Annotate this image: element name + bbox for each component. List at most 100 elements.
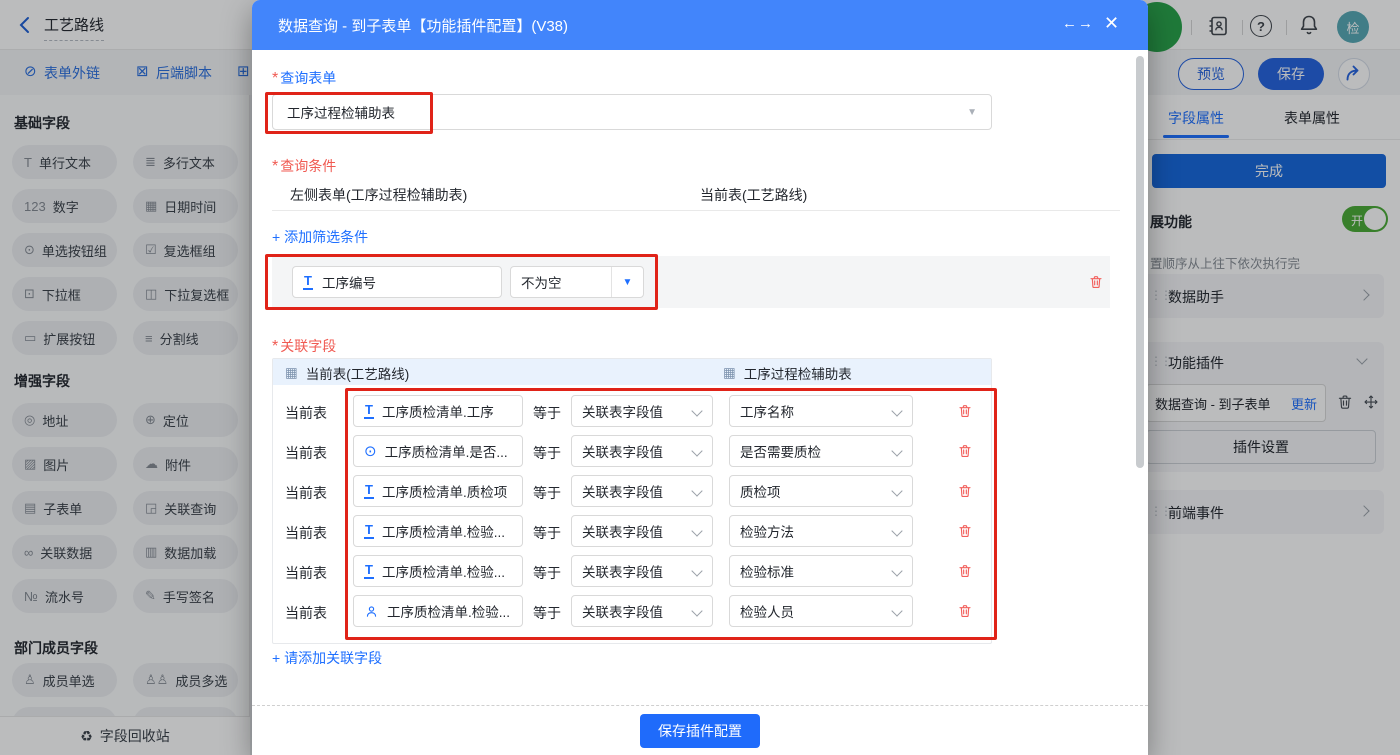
value-type-select[interactable]: 关联表字段值 bbox=[571, 515, 713, 547]
add-relation-field-link[interactable]: + 请添加关联字段 bbox=[272, 648, 382, 668]
row-source-label: 当前表 bbox=[285, 603, 327, 623]
delete-row-icon[interactable] bbox=[957, 563, 973, 579]
relation-left-header-text: 当前表(工艺路线) bbox=[306, 363, 410, 383]
target-field-value: 工序名称 bbox=[740, 401, 794, 421]
delete-row-icon[interactable] bbox=[957, 443, 973, 459]
operator-label: 等于 bbox=[533, 483, 561, 503]
chevron-down-icon bbox=[691, 565, 702, 576]
delete-filter-icon[interactable] bbox=[1088, 274, 1104, 290]
operator-label: 等于 bbox=[533, 523, 561, 543]
operator-label: 等于 bbox=[533, 563, 561, 583]
target-field-select[interactable]: 是否需要质检 bbox=[729, 435, 913, 467]
relation-field-value: 工序质检清单.检验... bbox=[387, 601, 510, 621]
footer-divider bbox=[252, 705, 1148, 706]
close-icon[interactable]: ✕ bbox=[1104, 13, 1119, 34]
target-field-select[interactable]: 检验标准 bbox=[729, 555, 913, 587]
target-field-select[interactable]: 工序名称 bbox=[729, 395, 913, 427]
delete-row-icon[interactable] bbox=[957, 603, 973, 619]
value-type-value: 关联表字段值 bbox=[582, 481, 663, 501]
query-form-select[interactable]: 工序过程检辅助表 ▼ bbox=[272, 94, 992, 130]
target-field-value: 检验方法 bbox=[740, 521, 794, 541]
query-condition-label: 查询条件 bbox=[280, 158, 336, 174]
target-field-value: 检验标准 bbox=[740, 561, 794, 581]
required-asterisk: * bbox=[272, 70, 278, 87]
relation-field-value: 工序质检清单.检验... bbox=[382, 561, 505, 581]
relation-field-input[interactable]: ⊙ 工序质检清单.是否... bbox=[353, 435, 523, 467]
row-source-label: 当前表 bbox=[285, 563, 327, 583]
value-type-select[interactable]: 关联表字段值 bbox=[571, 395, 713, 427]
chevron-down-icon bbox=[891, 405, 902, 416]
chevron-down-icon bbox=[691, 445, 702, 456]
single-line-text-icon: T bbox=[364, 523, 374, 539]
modal-header: 数据查询 - 到子表单【功能插件配置】(V38) ←→ ✕ bbox=[252, 0, 1148, 50]
relation-field-input[interactable]: 工序质检清单.检验... bbox=[353, 595, 523, 627]
value-type-value: 关联表字段值 bbox=[582, 441, 663, 461]
relation-right-header-text: 工序过程检辅助表 bbox=[744, 363, 852, 383]
chevron-down-icon bbox=[891, 445, 902, 456]
row-source-label: 当前表 bbox=[285, 483, 327, 503]
relation-fields-table: ▦ 当前表(工艺路线) ▦ 工序过程检辅助表 当前表 T 工序质检清单.工序 等… bbox=[272, 358, 992, 644]
filter-field-input[interactable]: T 工序编号 bbox=[292, 266, 502, 298]
value-type-value: 关联表字段值 bbox=[582, 601, 663, 621]
delete-row-icon[interactable] bbox=[957, 483, 973, 499]
add-filter-condition-link[interactable]: + 添加筛选条件 bbox=[272, 227, 368, 247]
chevron-down-icon bbox=[891, 485, 902, 496]
row-source-label: 当前表 bbox=[285, 403, 327, 423]
relation-row: 当前表 T 工序质检清单.工序 等于 关联表字段值 工序名称 bbox=[273, 395, 991, 427]
value-type-select[interactable]: 关联表字段值 bbox=[571, 435, 713, 467]
chevron-down-icon bbox=[891, 565, 902, 576]
value-type-value: 关联表字段值 bbox=[582, 521, 663, 541]
relation-field-input[interactable]: T 工序质检清单.质检项 bbox=[353, 475, 523, 507]
value-type-value: 关联表字段值 bbox=[582, 561, 663, 581]
value-type-value: 关联表字段值 bbox=[582, 401, 663, 421]
delete-row-icon[interactable] bbox=[957, 403, 973, 419]
relation-field-input[interactable]: T 工序质检清单.检验... bbox=[353, 515, 523, 547]
relation-field-input[interactable]: T 工序质检清单.检验... bbox=[353, 555, 523, 587]
relation-field-input[interactable]: T 工序质检清单.工序 bbox=[353, 395, 523, 427]
value-type-select[interactable]: 关联表字段值 bbox=[571, 595, 713, 627]
caret-down-icon[interactable]: ▼ bbox=[611, 267, 643, 297]
required-asterisk: * bbox=[272, 158, 278, 175]
single-line-text-icon: T bbox=[364, 563, 374, 579]
relation-row: 当前表 工序质检清单.检验... 等于 关联表字段值 检验人员 bbox=[273, 595, 991, 627]
condition-left-header: 左侧表单(工序过程检辅助表) bbox=[290, 185, 467, 205]
plugin-config-modal: 数据查询 - 到子表单【功能插件配置】(V38) ←→ ✕ *查询表单 工序过程… bbox=[252, 0, 1148, 755]
relation-row: 当前表 T 工序质检清单.质检项 等于 关联表字段值 质检项 bbox=[273, 475, 991, 507]
relation-fields-label-row: *关联字段 bbox=[272, 336, 336, 356]
relation-table-header: ▦ 当前表(工艺路线) ▦ 工序过程检辅助表 bbox=[273, 359, 991, 385]
relation-row: 当前表 T 工序质检清单.检验... 等于 关联表字段值 检验标准 bbox=[273, 555, 991, 587]
filter-operator-select[interactable]: 不为空 ▼ bbox=[510, 266, 644, 298]
chevron-down-icon bbox=[691, 525, 702, 536]
target-field-value: 质检项 bbox=[740, 481, 781, 501]
save-plugin-config-button[interactable]: 保存插件配置 bbox=[640, 714, 760, 748]
form-table-icon: ▦ bbox=[285, 365, 298, 381]
relation-field-value: 工序质检清单.工序 bbox=[382, 401, 494, 421]
chevron-down-icon bbox=[691, 605, 702, 616]
row-source-label: 当前表 bbox=[285, 443, 327, 463]
condition-right-header: 当前表(工艺路线) bbox=[700, 185, 807, 205]
single-line-text-icon: T bbox=[364, 403, 374, 419]
modal-scrollbar-thumb[interactable] bbox=[1136, 56, 1144, 468]
single-line-text-icon: T bbox=[303, 274, 313, 290]
modal-title: 数据查询 - 到子表单【功能插件配置】(V38) bbox=[278, 15, 568, 36]
query-form-label: 查询表单 bbox=[280, 70, 336, 86]
delete-row-icon[interactable] bbox=[957, 523, 973, 539]
relation-field-value: 工序质检清单.质检项 bbox=[382, 481, 507, 501]
target-field-select[interactable]: 检验方法 bbox=[729, 515, 913, 547]
expand-icon[interactable]: ←→ bbox=[1062, 15, 1094, 32]
caret-down-icon: ▼ bbox=[967, 107, 977, 118]
relation-row: 当前表 ⊙ 工序质检清单.是否... 等于 关联表字段值 是否需要质检 bbox=[273, 435, 991, 467]
filter-operator-value: 不为空 bbox=[521, 272, 562, 292]
query-form-value: 工序过程检辅助表 bbox=[287, 102, 395, 122]
value-type-select[interactable]: 关联表字段值 bbox=[571, 475, 713, 507]
operator-label: 等于 bbox=[533, 443, 561, 463]
filter-condition-row: T 工序编号 不为空 ▼ bbox=[272, 256, 1110, 308]
radio-icon: ⊙ bbox=[364, 444, 377, 459]
target-field-value: 是否需要质检 bbox=[740, 441, 821, 461]
value-type-select[interactable]: 关联表字段值 bbox=[571, 555, 713, 587]
target-field-select[interactable]: 质检项 bbox=[729, 475, 913, 507]
required-asterisk: * bbox=[272, 338, 278, 355]
chevron-down-icon bbox=[891, 605, 902, 616]
relation-left-header: ▦ 当前表(工艺路线) bbox=[285, 363, 409, 383]
target-field-select[interactable]: 检验人员 bbox=[729, 595, 913, 627]
